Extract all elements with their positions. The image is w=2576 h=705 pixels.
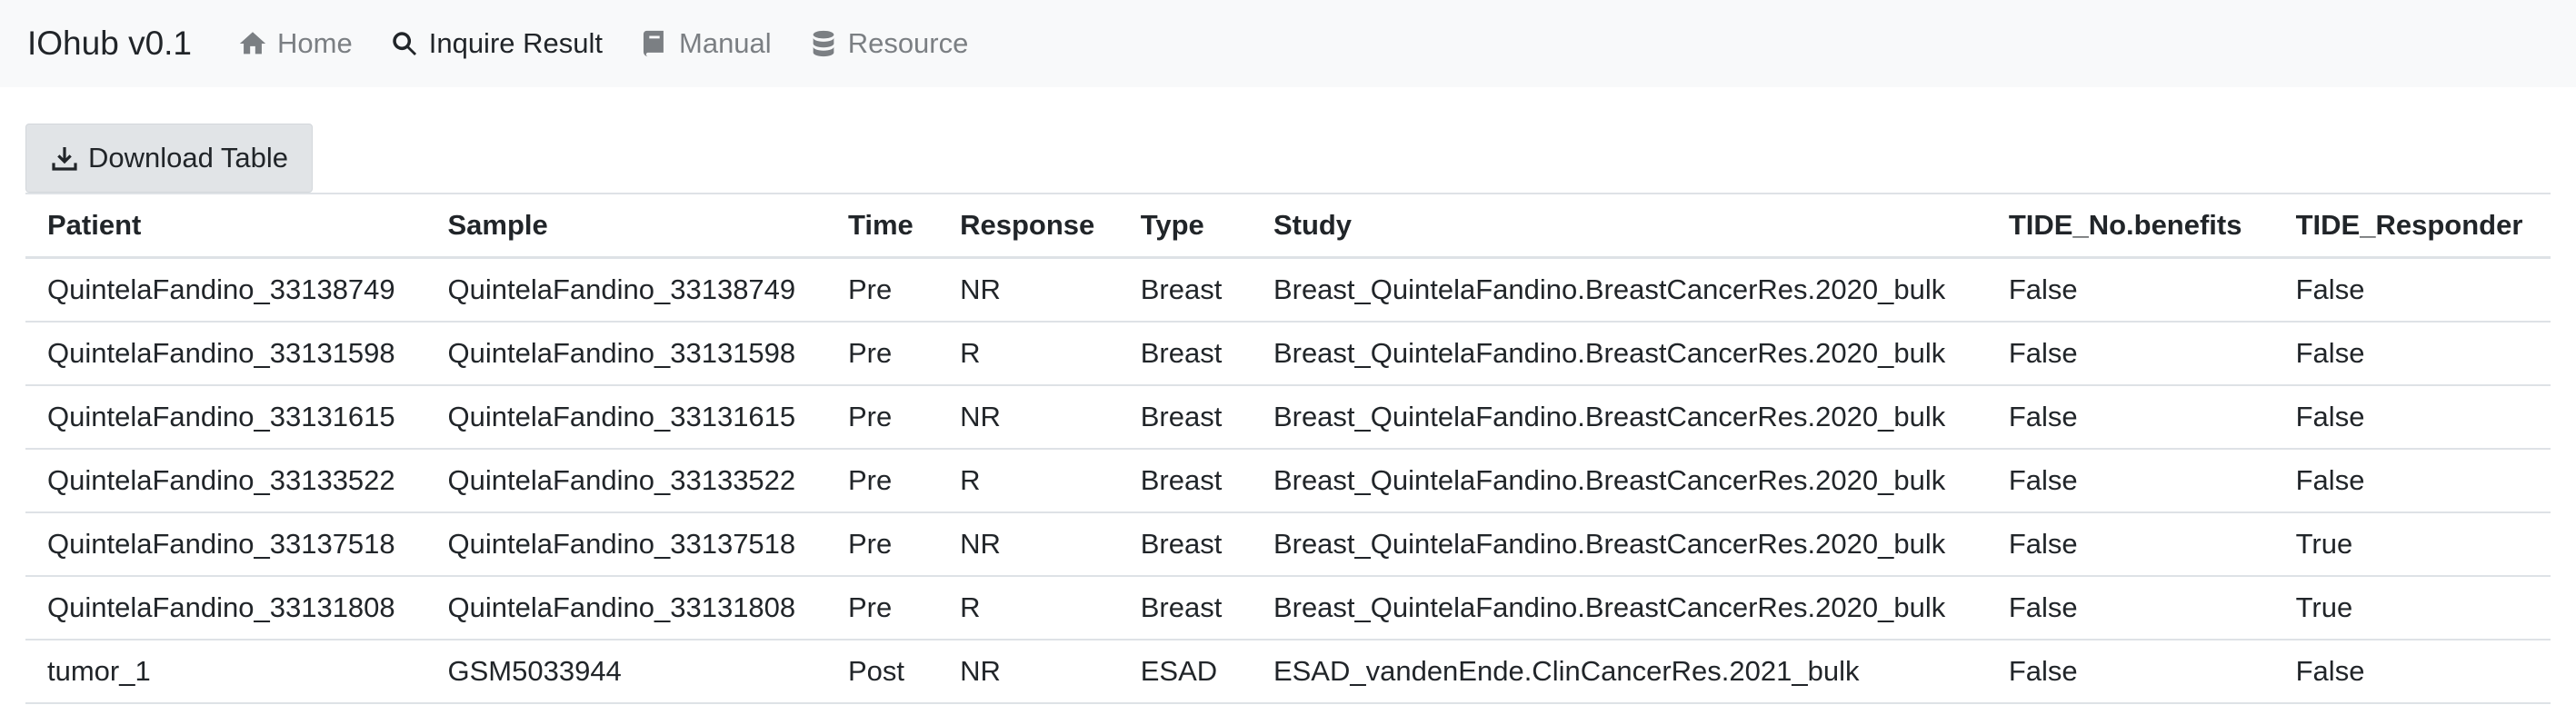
table-cell: QuintelaFandino_33131808	[25, 576, 426, 640]
table-cell: False	[1986, 449, 2274, 513]
table-cell: NR	[938, 257, 1119, 323]
book-icon	[643, 30, 664, 57]
table-cell: ESAD	[1118, 640, 1252, 704]
table-cell: QuintelaFandino_33131598	[425, 322, 826, 386]
table-cell: Breast	[1118, 576, 1252, 640]
table-cell: QuintelaFandino_33131615	[425, 385, 826, 450]
nav-inquire-result[interactable]: Inquire Result	[389, 27, 603, 60]
brand-title[interactable]: IOhub v0.1	[27, 25, 192, 63]
table-cell: Pre	[826, 322, 939, 386]
table-cell: Breast_QuintelaFandino.BreastCancerRes.2…	[1251, 449, 1987, 513]
table-cell: QuintelaFandino_33137518	[25, 512, 426, 577]
table-cell: Pre	[826, 385, 939, 450]
table-cell: QuintelaFandino_33137518	[425, 512, 826, 577]
top-navbar: IOhub v0.1 Home Inquire Result Manual Re…	[0, 0, 2576, 87]
table-cell: Breast	[1118, 449, 1252, 513]
table-cell: Breast_QuintelaFandino.BreastCancerRes.2…	[1251, 576, 1987, 640]
table-cell: False	[1986, 385, 2274, 450]
table-cell: Breast	[1118, 257, 1252, 323]
results-table: Patient Sample Time Response Type Study …	[25, 193, 2551, 704]
table-cell: QuintelaFandino_33131615	[25, 385, 426, 450]
table-cell: Breast_QuintelaFandino.BreastCancerRes.2…	[1251, 385, 1987, 450]
nav-manual[interactable]: Manual	[639, 27, 772, 60]
home-icon	[239, 32, 266, 55]
column-header[interactable]: Sample	[425, 193, 826, 259]
table-cell: False	[2273, 322, 2551, 386]
table-cell: Pre	[826, 512, 939, 577]
table-cell: QuintelaFandino_33131808	[425, 576, 826, 640]
column-header[interactable]: Time	[826, 193, 939, 259]
table-cell: False	[2273, 449, 2551, 513]
table-cell: Pre	[826, 576, 939, 640]
table-body: QuintelaFandino_33138749 QuintelaFandino…	[25, 257, 2551, 704]
table-cell: False	[2273, 257, 2551, 323]
column-header[interactable]: Type	[1118, 193, 1252, 259]
table-cell: Pre	[826, 449, 939, 513]
table-cell: R	[938, 322, 1119, 386]
download-icon	[52, 147, 77, 171]
table-cell: Pre	[826, 257, 939, 323]
table-cell: QuintelaFandino_33133522	[425, 449, 826, 513]
table-cell: QuintelaFandino_33131598	[25, 322, 426, 386]
table-cell: True	[2273, 576, 2551, 640]
table-cell: R	[938, 449, 1119, 513]
table-header-row: Patient Sample Time Response Type Study …	[25, 193, 2551, 259]
nav-manual-label: Manual	[679, 27, 772, 59]
table-cell: R	[938, 576, 1119, 640]
nav-inquire-result-label: Inquire Result	[428, 27, 603, 59]
table-cell: False	[1986, 576, 2274, 640]
table-row: QuintelaFandino_33131808 QuintelaFandino…	[25, 576, 2551, 640]
table-cell: QuintelaFandino_33138749	[425, 257, 826, 323]
nav-resource-label: Resource	[847, 27, 969, 59]
table-cell: tumor_1	[25, 640, 426, 704]
table-row: QuintelaFandino_33133522 QuintelaFandino…	[25, 449, 2551, 513]
nav-home[interactable]: Home	[237, 27, 353, 60]
download-table-button[interactable]: Download Table	[25, 124, 314, 193]
table-cell: Breast	[1118, 512, 1252, 577]
table-cell: NR	[938, 512, 1119, 577]
table-cell: GSM5033944	[425, 640, 826, 704]
nav-resource[interactable]: Resource	[808, 27, 969, 60]
table-row: QuintelaFandino_33131615 QuintelaFandino…	[25, 385, 2551, 450]
table-cell: ESAD_vandenEnde.ClinCancerRes.2021_bulk	[1251, 640, 1987, 704]
table-cell: Breast_QuintelaFandino.BreastCancerRes.2…	[1251, 257, 1987, 323]
table-cell: NR	[938, 640, 1119, 704]
table-row: QuintelaFandino_33137518 QuintelaFandino…	[25, 512, 2551, 577]
table-cell: Breast	[1118, 322, 1252, 386]
table-row: QuintelaFandino_33138749 QuintelaFandino…	[25, 257, 2551, 323]
column-header[interactable]: Study	[1251, 193, 1987, 259]
main-content: Download Table Patient Sample Time Respo…	[0, 87, 2576, 704]
table-cell: Breast	[1118, 385, 1252, 450]
column-header[interactable]: TIDE_Responder	[2273, 193, 2551, 259]
column-header[interactable]: Patient	[25, 193, 426, 259]
database-icon	[813, 30, 834, 57]
table-cell: False	[2273, 640, 2551, 704]
column-header[interactable]: Response	[938, 193, 1119, 259]
table-cell: True	[2273, 512, 2551, 577]
download-table-label: Download Table	[88, 142, 289, 174]
table-cell: False	[1986, 512, 2274, 577]
table-row: tumor_1 GSM5033944 Post NR ESAD ESAD_van…	[25, 640, 2551, 704]
table-cell: Breast_QuintelaFandino.BreastCancerRes.2…	[1251, 512, 1987, 577]
table-cell: Post	[826, 640, 939, 704]
table-cell: Breast_QuintelaFandino.BreastCancerRes.2…	[1251, 322, 1987, 386]
column-header[interactable]: TIDE_No.benefits	[1986, 193, 2274, 259]
search-icon	[392, 32, 416, 56]
table-cell: QuintelaFandino_33138749	[25, 257, 426, 323]
table-cell: NR	[938, 385, 1119, 450]
table-cell: False	[1986, 640, 2274, 704]
table-cell: False	[2273, 385, 2551, 450]
nav-home-label: Home	[277, 27, 353, 59]
table-row: QuintelaFandino_33131598 QuintelaFandino…	[25, 322, 2551, 386]
table-cell: False	[1986, 322, 2274, 386]
table-cell: QuintelaFandino_33133522	[25, 449, 426, 513]
table-cell: False	[1986, 257, 2274, 323]
